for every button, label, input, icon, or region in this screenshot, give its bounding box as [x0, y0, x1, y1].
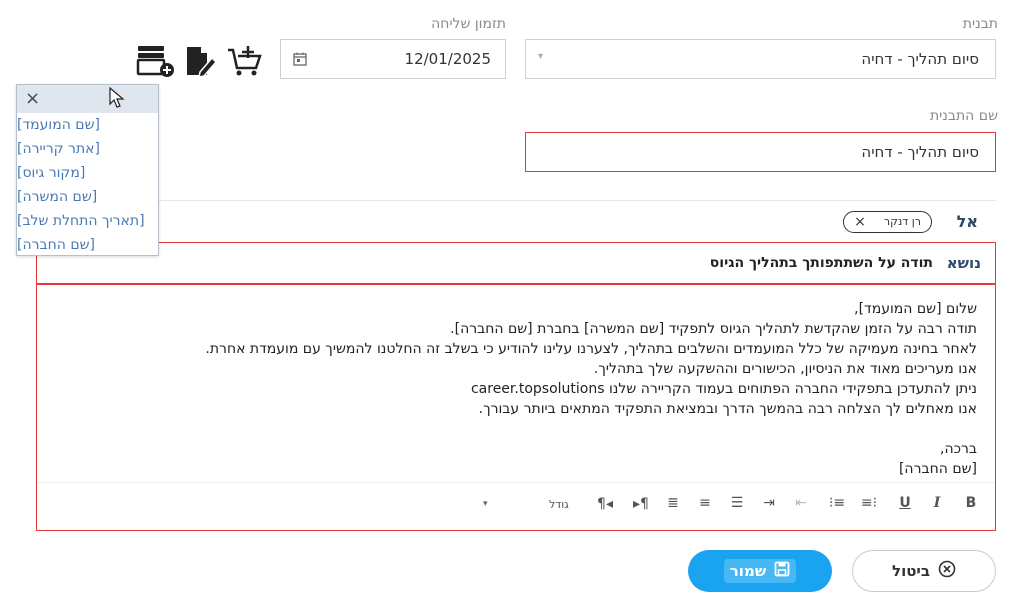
- font-size-caret-icon[interactable]: ▾: [483, 499, 488, 509]
- body-line: ניתן להתעדכן בתפקידי החברה הפתוחים בעמוד…: [470, 381, 977, 397]
- body-editor[interactable]: שלום [שם המועמד], תודה רבה על הזמן שהקדש…: [36, 284, 996, 531]
- cart-add-icon[interactable]: [226, 44, 264, 78]
- body-text[interactable]: שלום [שם המועמד], תודה רבה על הזמן שהקדש…: [57, 299, 977, 479]
- body-line: שלום [שם המועמד],: [854, 301, 977, 317]
- align-center-icon[interactable]: ≡: [689, 495, 721, 511]
- placeholder-menu-header: ×: [17, 85, 158, 113]
- outdent-icon[interactable]: ⇤: [785, 495, 817, 511]
- rtl-paragraph-icon[interactable]: ¶◂: [589, 496, 621, 512]
- placeholder-item[interactable]: [שם המועמד]: [17, 113, 158, 137]
- chip-remove-icon[interactable]: ×: [854, 214, 866, 230]
- bold-button[interactable]: B: [955, 495, 987, 511]
- indent-icon[interactable]: ⇥: [753, 495, 785, 511]
- recipients-row[interactable]: אל רן דנקר ×: [36, 200, 996, 242]
- body-line: [שם החברה]: [898, 461, 977, 477]
- subject-row[interactable]: נושא תודה על השתתפותך בתהליך הגיוס: [36, 242, 996, 284]
- bullet-list-icon[interactable]: ⁝≡: [821, 495, 853, 511]
- body-line: ברכה,: [940, 441, 977, 457]
- mouse-cursor-icon: [109, 86, 125, 113]
- save-button[interactable]: שמור: [688, 550, 832, 592]
- to-label: אל: [956, 212, 978, 231]
- floppy-disk-icon: [774, 561, 790, 581]
- template-select-value: סיום תהליך - דחיה: [861, 50, 979, 68]
- font-size-select[interactable]: גודל: [549, 498, 569, 511]
- close-icon[interactable]: ×: [25, 90, 40, 108]
- placeholder-item[interactable]: [אתר קריירה]: [17, 137, 158, 161]
- placeholder-item[interactable]: [שם החברה]: [17, 233, 158, 257]
- ltr-paragraph-icon[interactable]: ▸¶: [625, 496, 657, 512]
- placeholder-item[interactable]: [תאריך התחלת שלב]: [17, 209, 158, 233]
- save-button-inner: שמור: [723, 559, 797, 583]
- document-edit-icon[interactable]: [184, 44, 218, 78]
- body-line: [57, 419, 977, 439]
- subject-label: נושא: [946, 254, 981, 272]
- template-toolbar: [136, 44, 264, 78]
- send-time-input[interactable]: 12/01/2025: [280, 39, 506, 79]
- editor-toolbar: ▾ גודל ¶◂ ▸¶ ≣ ≡ ☰ ⇥ ⇤ ⁝≡ ≡⁝ U I B: [37, 482, 995, 530]
- calendar-icon[interactable]: [293, 52, 307, 70]
- body-line: אנו מעריכים מאוד את הניסיון, הכישורים וה…: [593, 361, 977, 377]
- placeholder-item[interactable]: [מקור גיוס]: [17, 161, 158, 185]
- recipient-chip-name: רן דנקר: [883, 215, 921, 228]
- placeholder-menu: × [שם המועמד] [אתר קריירה] [מקור גיוס] […: [16, 84, 159, 256]
- database-add-icon[interactable]: [136, 44, 176, 78]
- body-line: אנו מאחלים לך הצלחה רבה בהמשך הדרך ובמצי…: [478, 401, 977, 417]
- chevron-down-icon: ▾: [538, 51, 544, 62]
- align-right-icon[interactable]: ≣: [657, 495, 689, 511]
- cancel-button[interactable]: ביטול: [852, 550, 996, 592]
- template-select[interactable]: ▾ סיום תהליך - דחיה: [525, 39, 996, 79]
- body-line: תודה רבה על הזמן שהקדשת לתהליך הגיוס לתפ…: [450, 321, 977, 337]
- italic-button[interactable]: I: [921, 495, 953, 511]
- subject-value[interactable]: תודה על השתתפותך בתהליך הגיוס: [710, 255, 933, 271]
- template-label: תבנית: [962, 16, 998, 32]
- template-name-input[interactable]: סיום תהליך - דחיה: [525, 132, 996, 172]
- body-line: לאחר בחינה מעמיקה של כלל המועמדים והשלבי…: [205, 341, 977, 357]
- template-name-label: שם התבנית: [929, 108, 998, 124]
- template-name-value: סיום תהליך - דחיה: [861, 143, 979, 161]
- save-button-label: שמור: [729, 562, 767, 580]
- placeholder-item[interactable]: [שם המשרה]: [17, 185, 158, 209]
- circle-x-icon: [938, 560, 956, 582]
- send-time-value: 12/01/2025: [404, 50, 491, 68]
- send-time-label: תזמון שליחה: [431, 16, 506, 32]
- recipient-chip[interactable]: רן דנקר ×: [843, 210, 932, 233]
- numbered-list-icon[interactable]: ≡⁝: [853, 495, 885, 511]
- underline-button[interactable]: U: [889, 495, 921, 511]
- align-left-icon[interactable]: ☰: [721, 495, 753, 511]
- cancel-button-label: ביטול: [892, 562, 930, 580]
